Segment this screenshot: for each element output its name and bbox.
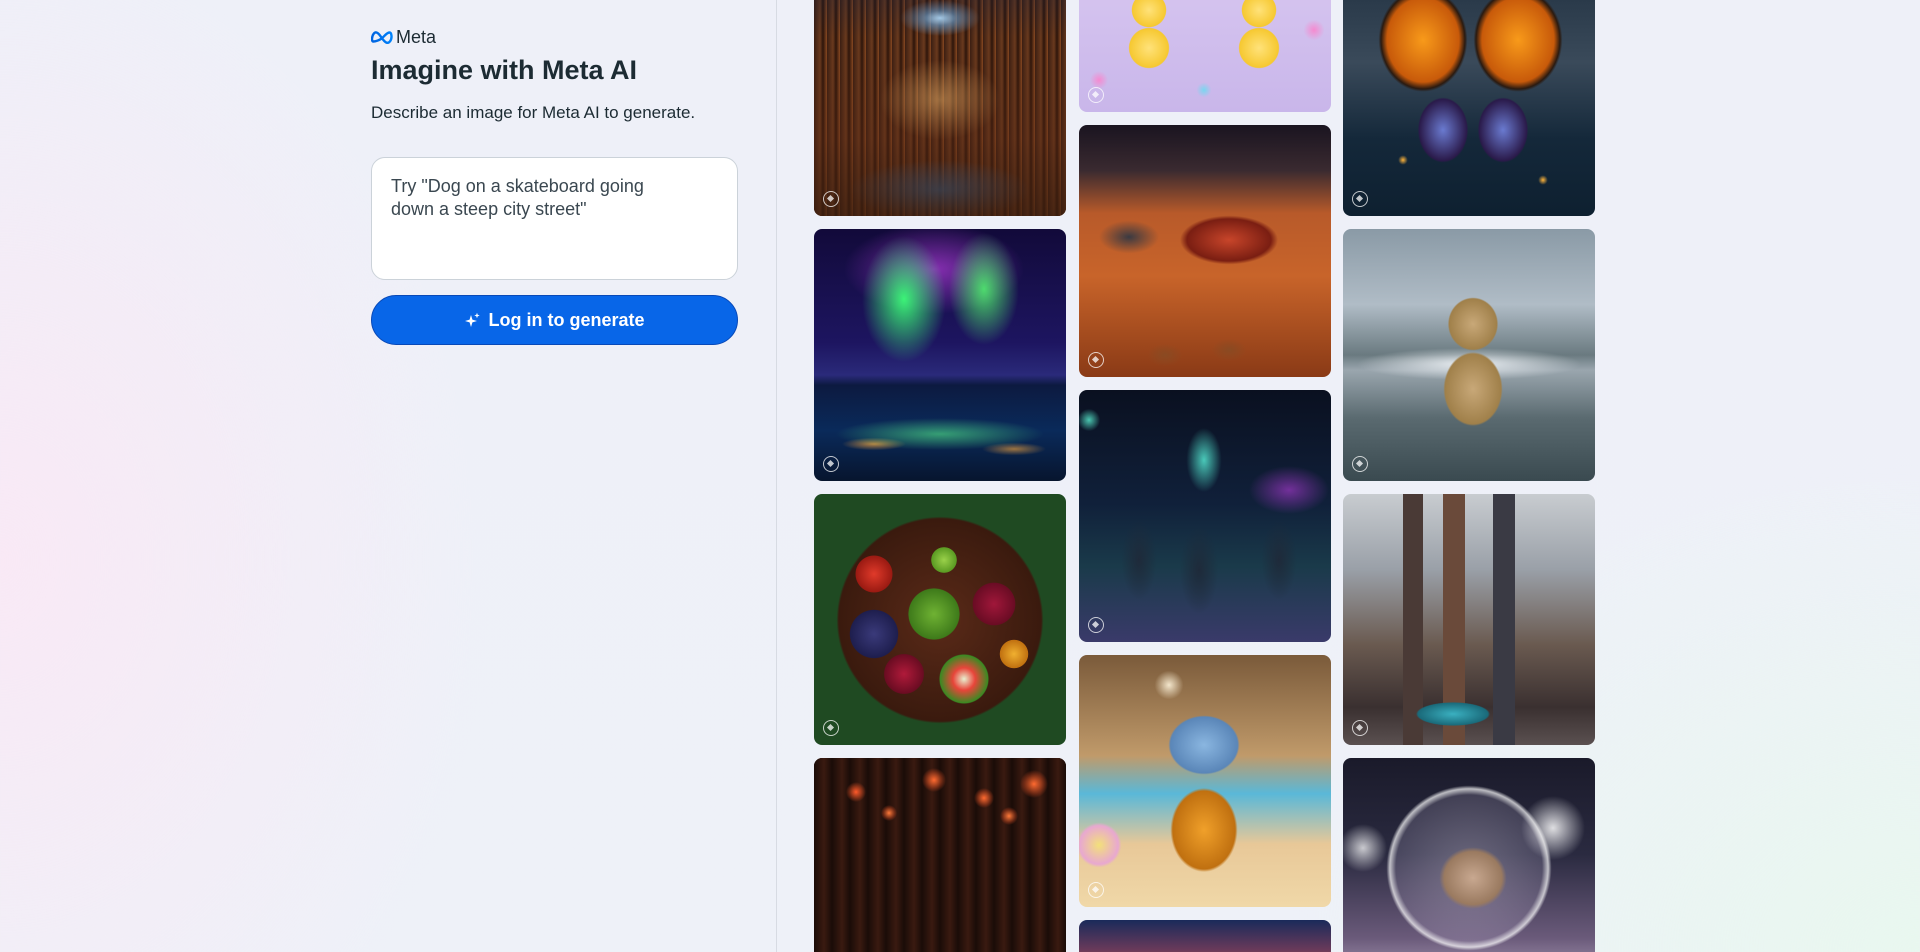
- meta-infinity-logo-icon: [371, 30, 393, 44]
- gallery-image-aurora-over-lake[interactable]: [814, 229, 1066, 481]
- gallery-image-butterfly[interactable]: [1343, 0, 1595, 216]
- imagine-badge-icon: [823, 456, 839, 472]
- mars-race-cars-image: [1079, 125, 1331, 377]
- cat-astronaut-image: [1343, 758, 1595, 952]
- space-cats-image: [1079, 390, 1331, 642]
- gallery-image-space-cats[interactable]: [1079, 390, 1331, 642]
- page-title: Imagine with Meta AI: [371, 55, 638, 85]
- log-in-to-generate-button[interactable]: Log in to generate: [371, 295, 738, 345]
- left-panel: Meta Imagine with Meta AI Describe an im…: [371, 0, 739, 952]
- gallery-image-fluffy-bird[interactable]: [1079, 655, 1331, 907]
- futuristic-city-image: [1343, 494, 1595, 745]
- butterfly-image: [1343, 0, 1595, 216]
- imagine-badge-icon: [823, 720, 839, 736]
- meta-logo[interactable]: Meta: [371, 26, 436, 48]
- imagine-badge-icon: [1352, 720, 1368, 736]
- prompt-box: [371, 157, 738, 280]
- sparkle-icon: [464, 312, 481, 329]
- panel-divider: [776, 0, 777, 952]
- dog-in-sea-image: [1343, 229, 1595, 481]
- page-subtitle: Describe an image for Meta AI to generat…: [371, 103, 696, 122]
- generate-button-label: Log in to generate: [488, 309, 645, 330]
- imagine-badge-icon: [1088, 617, 1104, 633]
- gallery-image-castle[interactable]: [1079, 920, 1331, 952]
- gallery-image-fruit-platter[interactable]: [814, 494, 1066, 745]
- imagine-badge-icon: [1352, 456, 1368, 472]
- imagine-badge-icon: [1088, 87, 1104, 103]
- lantern-hall-image: [814, 758, 1066, 952]
- fluffy-bird-image: [1079, 655, 1331, 907]
- gallery-image-dog-in-sea[interactable]: [1343, 229, 1595, 481]
- gallery-image-rubber-ducks[interactable]: [1079, 0, 1331, 112]
- gallery-image-lantern-hall[interactable]: [814, 758, 1066, 952]
- gallery-image-cat-astronaut[interactable]: [1343, 758, 1595, 952]
- imagine-badge-icon: [823, 191, 839, 207]
- imagine-badge-icon: [1352, 191, 1368, 207]
- imagine-badge-icon: [1088, 882, 1104, 898]
- brand-name: Meta: [396, 26, 437, 47]
- rubber-ducks-image: [1079, 0, 1331, 112]
- prompt-input[interactable]: [391, 175, 691, 265]
- gallery-image-mars-race-cars[interactable]: [1079, 125, 1331, 377]
- fruit-image: [814, 494, 1066, 745]
- gallery-image-futuristic-city[interactable]: [1343, 494, 1595, 745]
- imagine-badge-icon: [1088, 352, 1104, 368]
- castle-image: [1079, 920, 1331, 952]
- gallery-image-library[interactable]: [814, 0, 1066, 216]
